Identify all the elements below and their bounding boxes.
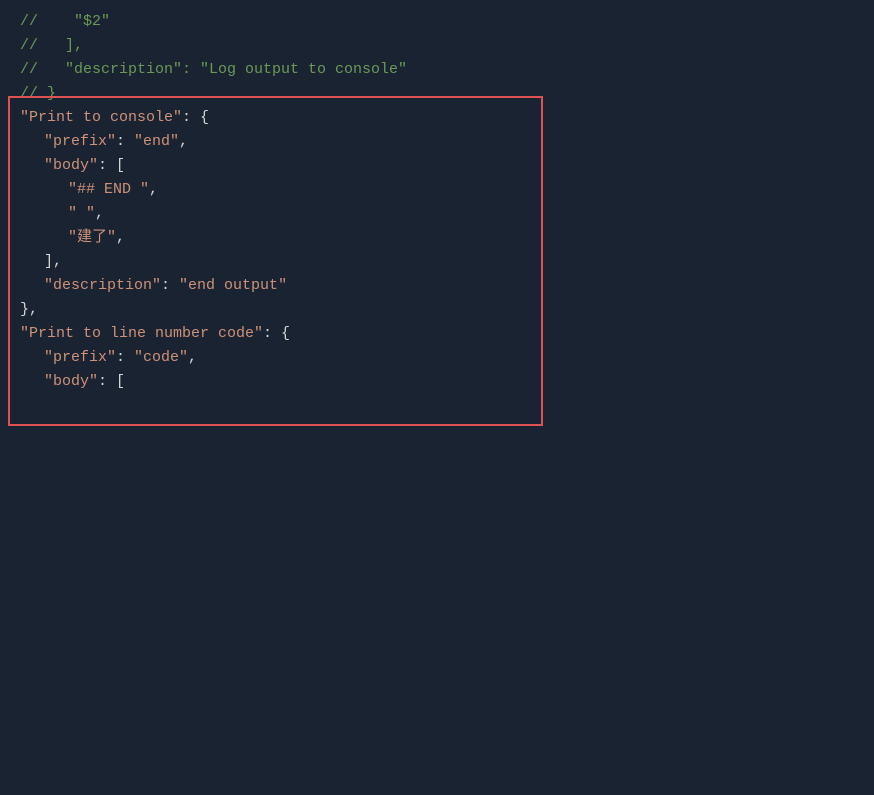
code-line-9: " ", [20, 202, 854, 226]
code-editor: // "$2" // ], // "description": "Log out… [0, 0, 874, 795]
code-line-10: "建了", [20, 226, 854, 250]
code-line-4: // } [20, 82, 854, 106]
code-line-8: "## END ", [20, 178, 854, 202]
code-line-3: // "description": "Log output to console… [20, 58, 854, 82]
code-line-6: "prefix": "end", [20, 130, 854, 154]
code-line-7: "body": [ [20, 154, 854, 178]
code-line-1: // "$2" [20, 10, 854, 34]
code-line-13: }, [20, 298, 854, 322]
code-line-14: "Print to line number code": { [20, 322, 854, 346]
code-line-2: // ], [20, 34, 854, 58]
code-line-5: "Print to console": { [20, 106, 854, 130]
code-line-15: "prefix": "code", [20, 346, 854, 370]
code-line-11: ], [20, 250, 854, 274]
code-line-16: "body": [ [20, 370, 854, 394]
code-line-12: "description": "end output" [20, 274, 854, 298]
